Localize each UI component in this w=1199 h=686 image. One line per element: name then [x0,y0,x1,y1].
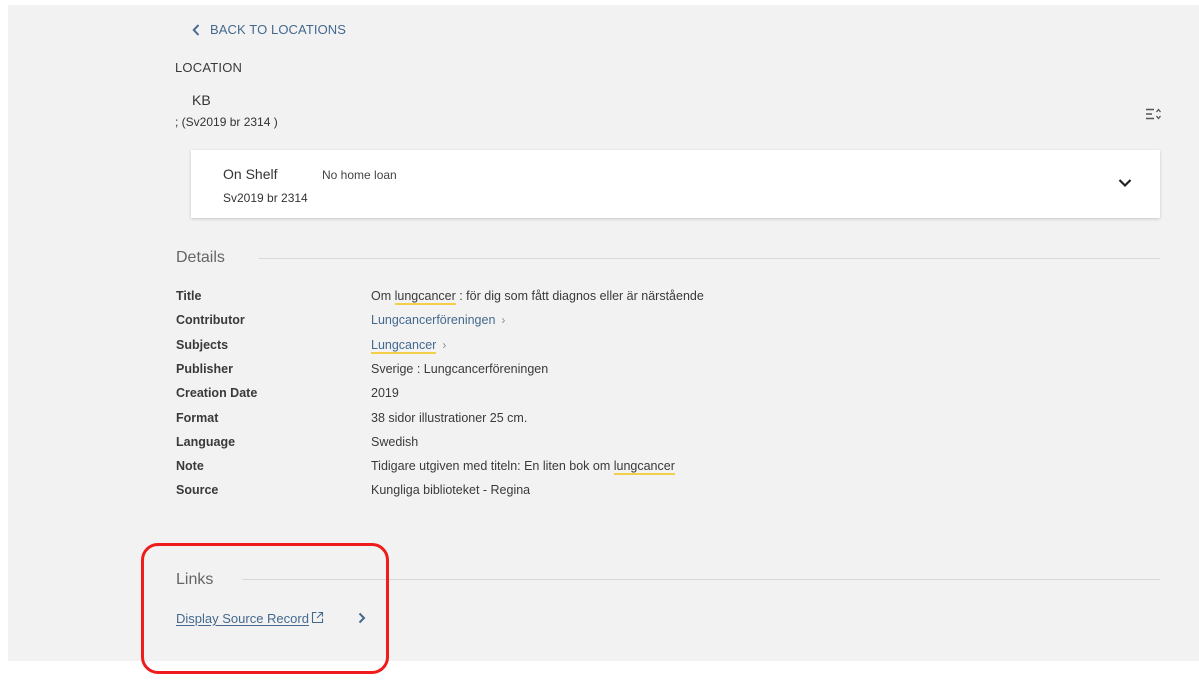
chevron-down-icon[interactable] [1118,178,1132,188]
detail-label: Note [176,459,204,473]
chevron-right-icon: › [501,313,506,327]
subjects-link[interactable]: Lungcancer [371,338,437,354]
detail-label: Source [176,483,219,497]
detail-label: Language [176,435,236,449]
item-card[interactable]: On Shelf Sv2019 br 2314 No home loan [191,150,1160,218]
detail-value: Om lungcancer : för dig som fått diagnos… [371,289,704,305]
detail-label: Subjects [176,338,229,352]
location-call-number: ; (Sv2019 br 2314 ) [175,115,278,129]
detail-value: Sverige : Lungcancerföreningen [371,362,549,376]
chevron-left-icon [192,23,200,36]
detail-value: Swedish [371,435,419,449]
location-name: KB [192,92,211,108]
sort-icon[interactable] [1145,106,1161,122]
detail-value[interactable]: Lungcancerföreningen › [371,313,505,327]
detail-value-text: Tidigare utgiven med titeln: En liten bo… [371,459,614,473]
detail-value: Tidigare utgiven med titeln: En liten bo… [371,459,675,475]
details-divider [259,258,1160,259]
search-term-highlight: lungcancer [613,459,675,475]
item-loan-policy: No home loan [322,168,397,182]
detail-value: 2019 [371,386,399,400]
back-link-label: BACK TO LOCATIONS [210,22,347,37]
detail-label: Creation Date [176,386,258,400]
item-call-number: Sv2019 br 2314 [223,191,308,205]
search-term-highlight: lungcancer [394,289,456,305]
item-status: On Shelf [223,166,278,182]
annotation-highlight-box [141,543,389,674]
detail-label: Contributor [176,313,245,327]
detail-value[interactable]: Lungcancer › [371,338,447,354]
location-heading: LOCATION [175,60,243,75]
detail-label: Format [176,411,219,425]
back-to-locations-link[interactable]: BACK TO LOCATIONS [192,22,346,37]
detail-value-text: : för dig som fått diagnos eller är närs… [455,289,704,303]
contributor-link[interactable]: Lungcancerföreningen [371,313,495,327]
detail-value: Kungliga biblioteket - Regina [371,483,531,497]
details-heading: Details [176,249,225,266]
chevron-right-icon: › [442,338,447,352]
detail-value: 38 sidor illustrationer 25 cm. [371,411,528,425]
detail-value-text: Om [371,289,395,303]
detail-label: Publisher [176,362,233,376]
detail-label: Title [176,289,202,303]
